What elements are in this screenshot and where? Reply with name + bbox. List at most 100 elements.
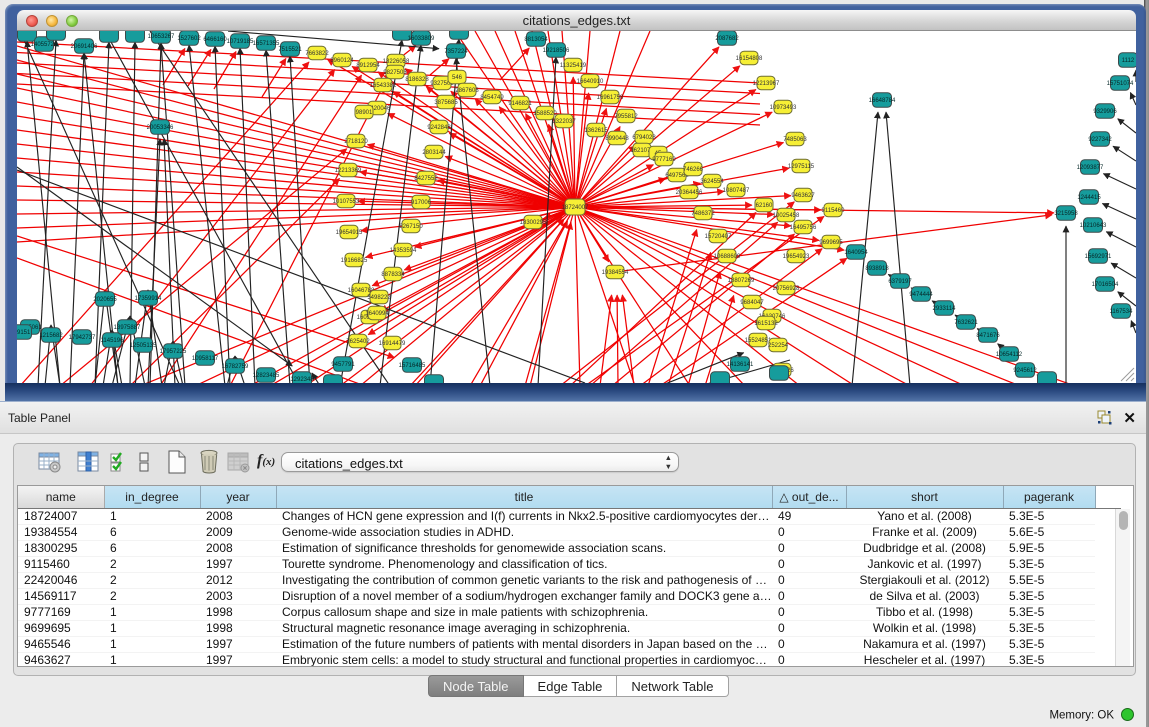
svg-text:1362615: 1362615 (584, 128, 608, 134)
svg-text:17957225: 17957225 (160, 349, 187, 355)
svg-text:8813054: 8813054 (524, 37, 548, 43)
svg-text:12213369: 12213369 (335, 168, 362, 174)
svg-text:10719185: 10719185 (227, 39, 254, 45)
svg-text:16640910: 16640910 (577, 79, 604, 85)
svg-text:746266: 746266 (683, 167, 704, 173)
svg-text:1167534: 1167534 (1110, 309, 1134, 315)
svg-text:17359914: 17359914 (135, 296, 162, 302)
svg-text:16914479: 16914479 (379, 341, 406, 347)
svg-text:7486372: 7486372 (691, 211, 715, 217)
svg-text:6379197: 6379197 (888, 279, 912, 285)
svg-text:917006: 917006 (411, 200, 432, 206)
svg-text:9227342: 9227342 (1088, 137, 1112, 143)
svg-text:2718120: 2718120 (344, 139, 368, 145)
svg-text:1615132: 1615132 (754, 321, 778, 327)
svg-text:10653267: 10653267 (148, 34, 175, 40)
svg-text:17016504: 17016504 (1092, 282, 1119, 288)
svg-text:2803144: 2803144 (422, 150, 446, 156)
svg-text:8878334: 8878334 (381, 272, 405, 278)
svg-text:19166825: 19166825 (341, 258, 368, 264)
svg-text:3215958: 3215958 (1054, 211, 1078, 217)
svg-text:10688609: 10688609 (714, 254, 741, 260)
svg-text:9684047: 9684047 (740, 300, 764, 306)
svg-text:39151: 39151 (17, 330, 31, 336)
svg-text:1215682: 1215682 (39, 333, 63, 339)
svg-text:13975887: 13975887 (114, 325, 141, 331)
svg-text:18300295: 18300295 (520, 220, 547, 226)
svg-text:18724007: 18724007 (562, 205, 589, 211)
svg-text:10107553: 10107553 (333, 199, 360, 205)
svg-text:8938918: 8938918 (865, 266, 889, 272)
svg-text:10807487: 10807487 (723, 188, 750, 194)
svg-text:16495756: 16495756 (790, 225, 817, 231)
svg-text:10973493: 10973493 (770, 105, 797, 111)
svg-text:3624554: 3624554 (700, 179, 724, 185)
svg-text:14055724: 14055724 (31, 42, 58, 48)
svg-text:16543382: 16543382 (370, 83, 397, 89)
svg-text:15720407: 15720407 (705, 234, 732, 240)
svg-text:16033809: 16033809 (408, 36, 435, 42)
svg-text:12213967: 12213967 (753, 81, 780, 87)
svg-text:16782759: 16782759 (222, 364, 249, 370)
svg-text:1527602: 1527602 (177, 36, 201, 42)
svg-text:10958117: 10958117 (192, 356, 219, 362)
svg-text:9827503: 9827503 (383, 70, 407, 76)
svg-text:15716485: 15716485 (399, 363, 426, 369)
svg-text:7515521: 7515521 (278, 47, 302, 53)
svg-text:1145196: 1145196 (101, 338, 125, 344)
svg-text:8960124: 8960124 (330, 58, 354, 64)
svg-text:20691406: 20691406 (71, 44, 98, 50)
svg-text:8912954: 8912954 (356, 63, 380, 69)
svg-text:9474444: 9474444 (909, 292, 933, 298)
svg-text:19218506: 19218506 (543, 48, 570, 54)
svg-text:12093877: 12093877 (1077, 165, 1104, 171)
svg-text:12823485: 12823485 (253, 373, 280, 379)
svg-text:12975115: 12975115 (788, 164, 815, 170)
svg-text:14353594: 14353594 (390, 248, 417, 254)
svg-text:19654915: 19654915 (336, 230, 363, 236)
svg-text:16154808: 16154808 (736, 56, 763, 62)
svg-text:8454749: 8454749 (480, 95, 504, 101)
svg-text:15751074: 15751074 (1107, 81, 1134, 87)
svg-text:9146821: 9146821 (508, 101, 532, 107)
svg-text:252254: 252254 (768, 343, 789, 349)
svg-text:9242848: 9242848 (427, 125, 451, 131)
svg-text:15692971: 15692971 (1085, 254, 1112, 260)
svg-text:98901: 98901 (356, 110, 373, 116)
svg-text:7955812: 7955812 (614, 114, 638, 120)
svg-text:18226058: 18226058 (383, 59, 410, 65)
svg-text:12505135: 12505135 (130, 343, 157, 349)
svg-text:1640994: 1640994 (365, 311, 389, 317)
svg-text:2087682: 2087682 (715, 36, 739, 42)
svg-text:5498222: 5498222 (367, 295, 391, 301)
svg-text:9699695: 9699695 (819, 240, 843, 246)
svg-text:16571355: 16571355 (253, 41, 280, 47)
svg-text:7625402: 7625402 (346, 339, 370, 345)
svg-text:7357224: 7357224 (444, 49, 468, 55)
svg-text:1640954: 1640954 (844, 250, 868, 256)
svg-text:7663822: 7663822 (305, 51, 329, 57)
svg-text:11325419: 11325419 (560, 63, 587, 69)
svg-text:20364456: 20364456 (676, 190, 703, 196)
svg-text:1112: 1112 (1122, 58, 1135, 64)
svg-text:8990448: 8990448 (605, 136, 629, 142)
svg-text:6466160: 6466160 (203, 37, 227, 43)
svg-text:546: 546 (452, 75, 463, 81)
svg-text:9463627: 9463627 (791, 193, 815, 199)
svg-text:9329906: 9329906 (1093, 109, 1117, 115)
svg-text:17942737: 17942737 (69, 335, 96, 341)
svg-text:16961758: 16961758 (597, 95, 624, 101)
svg-text:9777169: 9777169 (652, 157, 676, 163)
svg-text:1322037: 1322037 (552, 119, 576, 125)
svg-text:2867608: 2867608 (455, 88, 479, 94)
svg-text:8186328: 8186328 (405, 77, 429, 83)
svg-text:8427552: 8427552 (414, 176, 438, 182)
svg-text:9115460: 9115460 (822, 208, 846, 214)
svg-text:8471676: 8471676 (976, 333, 1000, 339)
svg-text:10654112: 10654112 (996, 352, 1023, 358)
svg-text:10210643: 10210643 (1080, 223, 1107, 229)
svg-text:9457791: 9457791 (331, 362, 355, 368)
svg-text:2933114: 2933114 (933, 306, 957, 312)
svg-text:14136141: 14136141 (727, 362, 754, 368)
svg-text:9245612: 9245612 (1013, 368, 1037, 374)
